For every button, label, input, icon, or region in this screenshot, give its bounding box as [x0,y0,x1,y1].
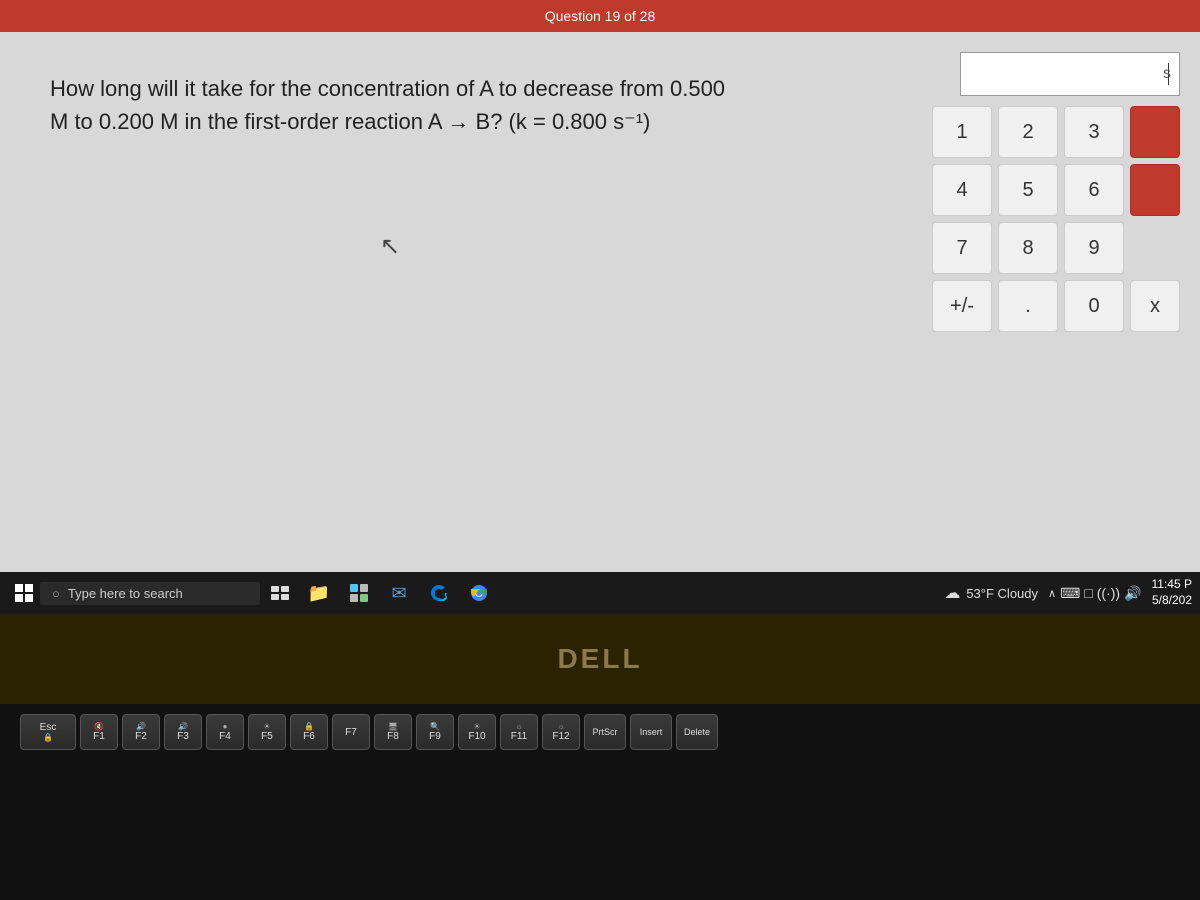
key-insert[interactable]: Insert [630,714,672,750]
folder-app-icon[interactable]: 📁 [300,574,338,612]
numpad-4[interactable]: 4 [932,164,992,216]
keyboard-row-function: Esc 🔒 🔇 F1 🔊 F2 🔊 F3 ● F4 ☀ F5 🔒 F6 F7 [20,714,1180,750]
network-icon[interactable]: ((·)) [1097,585,1120,601]
numpad-empty [1130,222,1180,274]
chrome-app-icon[interactable] [460,574,498,612]
answer-display[interactable]: s [960,52,1180,96]
widgets-icon[interactable] [340,574,378,612]
key-f7[interactable]: F7 [332,714,370,750]
weather-text: 53°F Cloudy [966,586,1038,601]
key-f11[interactable]: ☼ F11 [500,714,538,750]
taskbar-search[interactable]: ○ Type here to search [40,582,260,605]
numpad-red-1[interactable] [1130,106,1180,158]
task-view-button[interactable] [264,577,296,609]
question-text: How long will it take for the concentrat… [50,72,870,138]
keyboard-icon[interactable]: ⌨ [1060,585,1080,602]
question-counter: Question 19 of 28 [545,8,656,24]
key-prtscr[interactable]: PrtScr [584,714,626,750]
key-f10[interactable]: ☀ F10 [458,714,496,750]
numpad-9[interactable]: 9 [1064,222,1124,274]
monitor-icon[interactable]: □ [1084,585,1092,601]
clock-time: 11:45 P [1152,577,1192,593]
numpad-side-buttons: x [1130,106,1180,332]
clock-date: 5/8/202 [1152,593,1192,609]
numpad-x-button[interactable]: x [1130,280,1180,332]
numpad-3[interactable]: 3 [1064,106,1124,158]
chevron-up-icon[interactable]: ∧ [1048,587,1056,600]
numpad-plus-minus[interactable]: +/- [932,280,992,332]
key-f5[interactable]: ☀ F5 [248,714,286,750]
volume-icon[interactable]: 🔊 [1124,585,1141,602]
numpad-red-2[interactable] [1130,164,1180,216]
key-f4[interactable]: ● F4 [206,714,244,750]
search-placeholder-text: Type here to search [68,586,183,601]
system-tray: ∧ ⌨ □ ((·)) 🔊 [1048,585,1142,602]
key-f9[interactable]: 🔍 F9 [416,714,454,750]
key-f1[interactable]: 🔇 F1 [80,714,118,750]
numpad-1[interactable]: 1 [932,106,992,158]
windows-start-button[interactable] [8,577,40,609]
weather-display[interactable]: ☁ 53°F Cloudy [944,583,1038,603]
numpad-2[interactable]: 2 [998,106,1058,158]
mail-app-icon[interactable]: ✉ [380,574,418,612]
question-area: How long will it take for the concentrat… [0,32,920,572]
edge-app-icon[interactable] [420,574,458,612]
dell-area: DELL [0,614,1200,704]
numpad-5[interactable]: 5 [998,164,1058,216]
numpad-8[interactable]: 8 [998,222,1058,274]
key-esc[interactable]: Esc 🔒 [20,714,76,750]
cursor-arrow: ↖ [380,232,400,261]
unit-label: s [1163,65,1171,83]
numpad-7[interactable]: 7 [932,222,992,274]
key-f6[interactable]: 🔒 F6 [290,714,328,750]
key-delete[interactable]: Delete [676,714,718,750]
key-f8[interactable]: 🖥 F8 [374,714,412,750]
screen: How long will it take for the concentrat… [0,32,1200,572]
top-bar: Question 19 of 28 [0,0,1200,32]
numpad-grid: 1 2 3 4 5 6 7 8 9 +/- . 0 [932,106,1124,332]
numpad-dot[interactable]: . [998,280,1058,332]
search-icon: ○ [52,586,60,601]
keyboard-area: Esc 🔒 🔇 F1 🔊 F2 🔊 F3 ● F4 ☀ F5 🔒 F6 F7 [0,704,1200,900]
numpad-0[interactable]: 0 [1064,280,1124,332]
dell-logo: DELL [557,643,642,675]
taskbar: ○ Type here to search 📁 ✉ [0,572,1200,614]
taskbar-right: ☁ 53°F Cloudy ∧ ⌨ □ ((·)) 🔊 11:45 P 5/8/… [944,577,1192,608]
answer-panel: s 1 2 3 4 5 6 7 8 9 +/- . 0 [920,32,1200,572]
key-f12[interactable]: ☼ F12 [542,714,580,750]
numpad-6[interactable]: 6 [1064,164,1124,216]
taskbar-app-icons: 📁 ✉ [300,574,498,612]
weather-icon: ☁ [944,583,960,603]
key-f2[interactable]: 🔊 F2 [122,714,160,750]
key-f3[interactable]: 🔊 F3 [164,714,202,750]
system-clock[interactable]: 11:45 P 5/8/202 [1152,577,1192,608]
numpad-container: 1 2 3 4 5 6 7 8 9 +/- . 0 x [932,106,1180,332]
